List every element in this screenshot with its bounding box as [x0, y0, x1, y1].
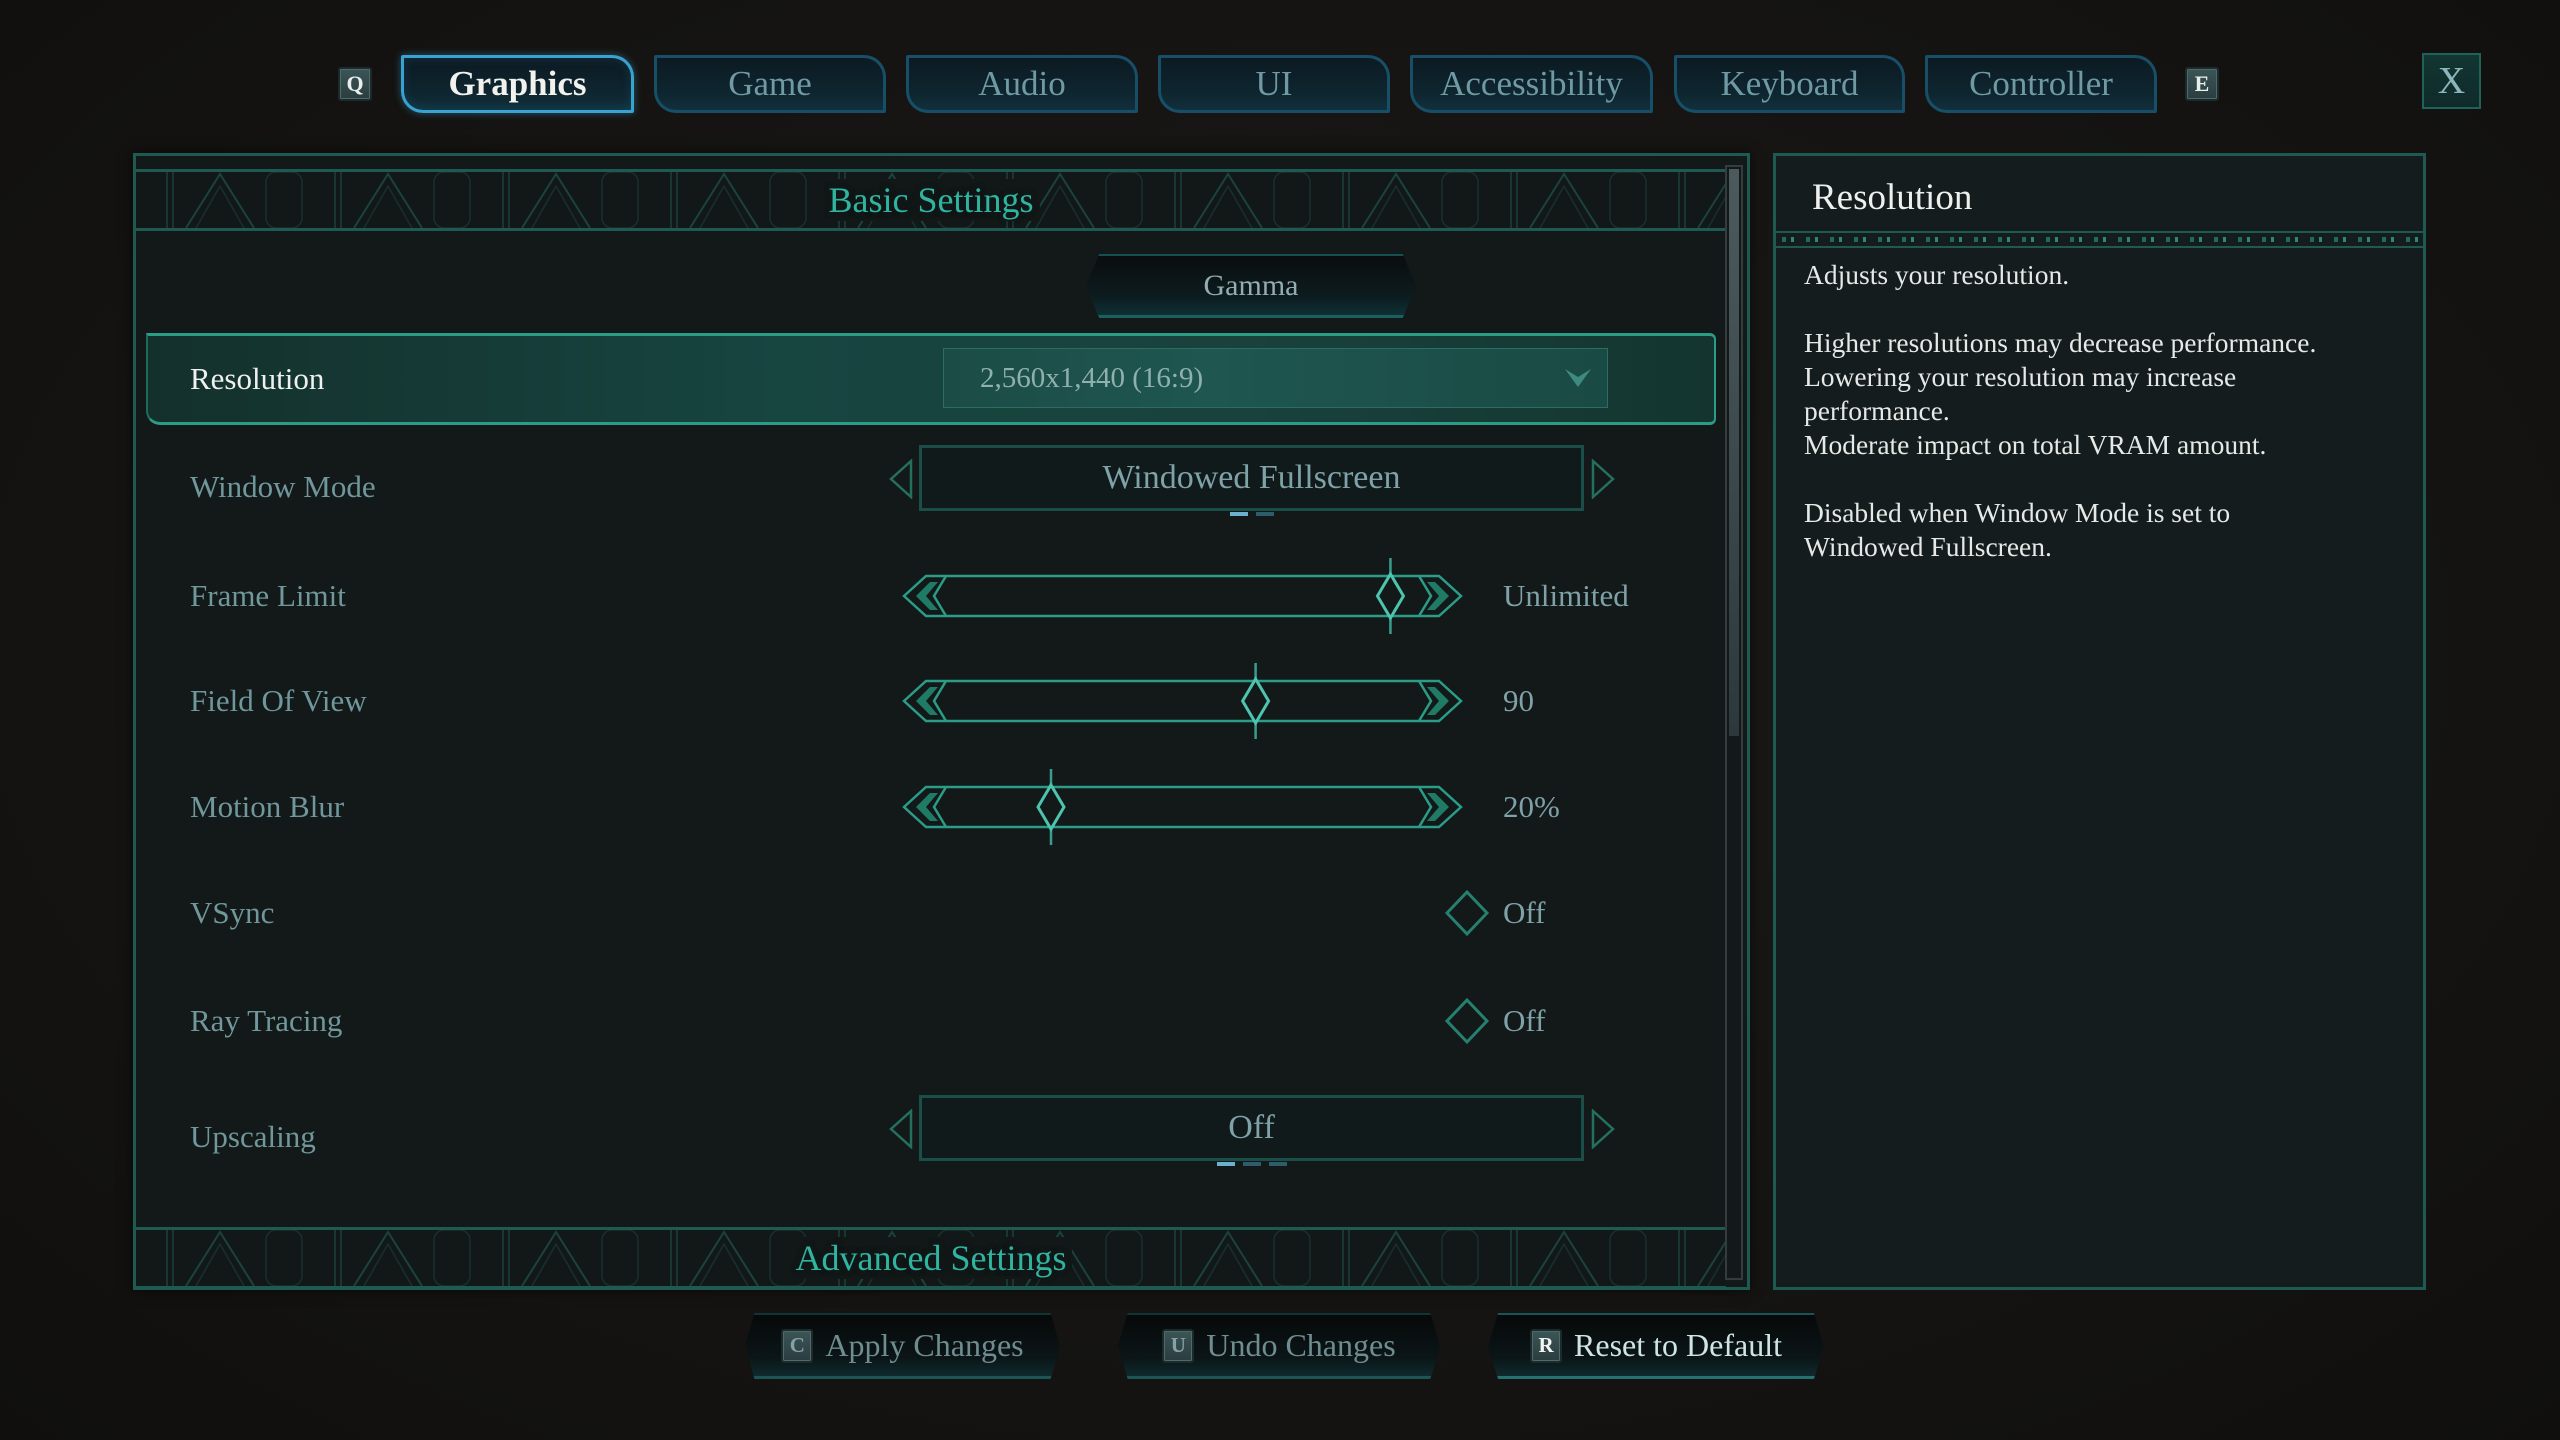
option-dot [1268, 1162, 1287, 1166]
setting-label: Upscaling [190, 1119, 316, 1154]
setting-label: Resolution [190, 361, 325, 396]
slider-value: 90 [1503, 683, 1534, 718]
tab-game[interactable]: Game [654, 55, 886, 113]
prev-tab-key-hint[interactable]: Q [338, 67, 372, 101]
info-paragraph: Higher resolutions may decrease performa… [1804, 326, 2404, 462]
key-hint-r: R [1530, 1328, 1563, 1363]
option-dot [1216, 1162, 1235, 1166]
toggle-value: Off [1503, 895, 1546, 930]
tab-label: Graphics [448, 64, 587, 103]
close-icon: X [2437, 60, 2466, 102]
scrollbar-thumb[interactable] [1729, 169, 1739, 736]
section-title: Advanced Settings [789, 1237, 1073, 1279]
setting-row-field-of-view[interactable]: Field Of View 90 [146, 661, 1716, 741]
setting-label: Field Of View [190, 683, 367, 718]
info-paragraph: Disabled when Window Mode is set to Windo… [1804, 496, 2404, 564]
divider [1776, 231, 2423, 248]
option-dot [1229, 512, 1248, 516]
tab-label: UI [1255, 64, 1293, 103]
setting-label: Motion Blur [190, 789, 345, 824]
info-line: Higher resolutions may decrease performa… [1804, 327, 2317, 358]
reset-to-default-button[interactable]: R Reset to Default [1488, 1313, 1824, 1379]
tab-label: Controller [1969, 64, 2113, 103]
setting-row-ray-tracing[interactable]: Ray Tracing Off [146, 981, 1716, 1061]
button-label: Reset to Default [1574, 1327, 1782, 1363]
info-description: Adjusts your resolution. Higher resolutio… [1804, 258, 2404, 598]
setting-row-upscaling[interactable]: Upscaling Off [146, 1095, 1716, 1177]
info-title: Resolution [1812, 176, 1973, 218]
setting-label: Frame Limit [190, 578, 346, 613]
apply-changes-button[interactable]: C Apply Changes [745, 1313, 1060, 1379]
slider-value: Unlimited [1503, 578, 1629, 613]
next-tab-key-hint[interactable]: E [2185, 67, 2219, 101]
arrow-right-icon[interactable] [1590, 1109, 1616, 1149]
info-line: Adjusts your resolution. [1804, 259, 2070, 290]
slider-value: 20% [1503, 789, 1560, 824]
ray-tracing-toggle-diamond-icon[interactable] [1443, 997, 1491, 1045]
tab-label: Audio [978, 64, 1066, 103]
tab-graphics[interactable]: Graphics [401, 55, 634, 113]
option-dot [1242, 1162, 1261, 1166]
toggle-value: Off [1503, 1003, 1546, 1038]
button-label: Undo Changes [1206, 1327, 1396, 1363]
info-line: Lowering your resolution may increase [1804, 361, 2237, 392]
option-indicator [922, 512, 1581, 516]
slider-thumb[interactable] [1375, 558, 1406, 634]
selector-value: Off [1228, 1109, 1275, 1146]
info-panel: Resolution Adjusts your resolution. Highe… [1773, 153, 2426, 1290]
tab-label: Keyboard [1720, 64, 1859, 103]
slider-track[interactable] [902, 679, 1463, 723]
info-line: Disabled when Window Mode is set to [1804, 497, 2231, 528]
tab-controller[interactable]: Controller [1925, 55, 2157, 113]
arrow-left-icon[interactable] [888, 459, 914, 499]
arrow-left-icon[interactable] [888, 1109, 914, 1149]
key-hint-c: C [781, 1328, 814, 1363]
vsync-toggle-diamond-icon[interactable] [1443, 889, 1491, 937]
undo-changes-button[interactable]: U Undo Changes [1118, 1313, 1440, 1379]
scrollbar[interactable] [1725, 165, 1743, 1280]
setting-label: Ray Tracing [190, 1003, 343, 1038]
setting-label: Window Mode [190, 469, 376, 504]
key-hint-u: U [1162, 1328, 1195, 1363]
section-title: Basic Settings [822, 179, 1040, 221]
chevron-down-icon [1565, 369, 1591, 387]
info-line: performance. [1804, 395, 1950, 426]
setting-row-frame-limit[interactable]: Frame Limit Unlimited [146, 556, 1716, 636]
settings-panel: Basic Settings Gamma Resolution 2,560x1,… [133, 153, 1750, 1290]
option-indicator [922, 1162, 1581, 1166]
setting-row-resolution[interactable]: Resolution 2,560x1,440 (16:9) [146, 333, 1716, 425]
tab-label: Game [728, 64, 812, 103]
window-mode-selector[interactable]: Windowed Fullscreen [919, 445, 1584, 516]
selector-value: Windowed Fullscreen [1102, 459, 1401, 496]
field-of-view-slider[interactable] [878, 661, 1478, 741]
advanced-settings-header[interactable]: Advanced Settings [136, 1227, 1726, 1289]
slider-thumb[interactable] [1240, 663, 1271, 739]
dropdown-value: 2,560x1,440 (16:9) [980, 361, 1204, 394]
tab-keyboard[interactable]: Keyboard [1674, 55, 1905, 113]
basic-settings-header: Basic Settings [136, 169, 1726, 231]
slider-track[interactable] [902, 785, 1463, 829]
tab-audio[interactable]: Audio [906, 55, 1138, 113]
slider-thumb[interactable] [1036, 769, 1066, 845]
close-button[interactable]: X [2422, 53, 2481, 109]
setting-label: VSync [190, 895, 275, 930]
tab-accessibility[interactable]: Accessibility [1410, 55, 1653, 113]
tab-label: Accessibility [1440, 64, 1623, 103]
setting-row-window-mode[interactable]: Window Mode Windowed Fullscreen [146, 445, 1716, 527]
frame-limit-slider[interactable] [878, 556, 1478, 636]
arrow-right-icon[interactable] [1590, 459, 1616, 499]
button-label: Apply Changes [825, 1327, 1024, 1363]
info-paragraph: Adjusts your resolution. [1804, 258, 2404, 292]
gamma-button[interactable]: Gamma [1086, 254, 1416, 318]
tab-ui[interactable]: UI [1158, 55, 1390, 113]
setting-row-vsync[interactable]: VSync Off [146, 873, 1716, 953]
resolution-dropdown[interactable]: 2,560x1,440 (16:9) [943, 348, 1608, 408]
gamma-button-label: Gamma [1203, 268, 1299, 302]
info-line: Windowed Fullscreen. [1804, 531, 2052, 562]
option-dot [1255, 512, 1274, 516]
upscaling-selector[interactable]: Off [919, 1095, 1584, 1166]
info-line: Moderate impact on total VRAM amount. [1804, 429, 2267, 460]
setting-row-motion-blur[interactable]: Motion Blur 20% [146, 767, 1716, 847]
motion-blur-slider[interactable] [878, 767, 1478, 847]
